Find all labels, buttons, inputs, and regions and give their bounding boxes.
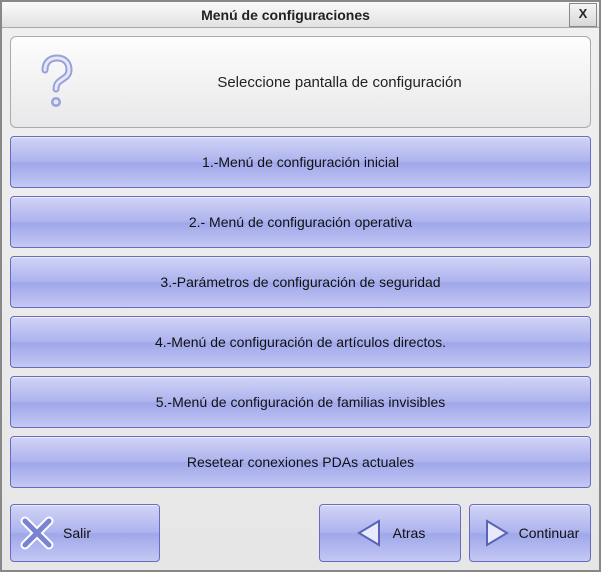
window: Menú de configuraciones X Seleccione pan… <box>0 0 601 572</box>
titlebar: Menú de configuraciones X <box>2 2 599 28</box>
arrow-right-icon <box>481 518 511 548</box>
menu-item-label: Resetear conexiones PDAs actuales <box>187 454 414 470</box>
continue-label: Continuar <box>519 525 580 541</box>
menu-item-2[interactable]: 2.- Menú de configuración operativa <box>10 196 591 248</box>
prompt-text: Seleccione pantalla de configuración <box>109 74 570 91</box>
arrow-left-icon <box>355 518 385 548</box>
footer-spacer <box>168 504 311 562</box>
close-button[interactable]: X <box>569 3 597 27</box>
content: Seleccione pantalla de configuración 1.-… <box>2 28 599 496</box>
menu-item-label: 2.- Menú de configuración operativa <box>189 214 412 230</box>
menu-item-label: 5.-Menú de configuración de familias inv… <box>156 394 445 410</box>
continue-button[interactable]: Continuar <box>469 504 591 562</box>
menu-item-label: 3.-Parámetros de configuración de seguri… <box>160 274 440 290</box>
menu-item-label: 4.-Menú de configuración de artículos di… <box>155 334 446 350</box>
footer: Salir Atras Continuar <box>2 496 599 570</box>
menu-item-reset[interactable]: Resetear conexiones PDAs actuales <box>10 436 591 488</box>
window-title: Menú de configuraciones <box>2 7 569 23</box>
back-label: Atras <box>393 525 426 541</box>
menu-item-5[interactable]: 5.-Menú de configuración de familias inv… <box>10 376 591 428</box>
back-button[interactable]: Atras <box>319 504 461 562</box>
menu-item-3[interactable]: 3.-Parámetros de configuración de seguri… <box>10 256 591 308</box>
exit-button[interactable]: Salir <box>10 504 160 562</box>
menu-item-label: 1.-Menú de configuración inicial <box>202 154 399 170</box>
prompt-panel: Seleccione pantalla de configuración <box>10 36 591 128</box>
exit-label: Salir <box>63 525 91 541</box>
exit-x-icon <box>19 515 55 551</box>
menu-item-1[interactable]: 1.-Menú de configuración inicial <box>10 136 591 188</box>
question-icon <box>31 52 79 112</box>
menu-item-4[interactable]: 4.-Menú de configuración de artículos di… <box>10 316 591 368</box>
